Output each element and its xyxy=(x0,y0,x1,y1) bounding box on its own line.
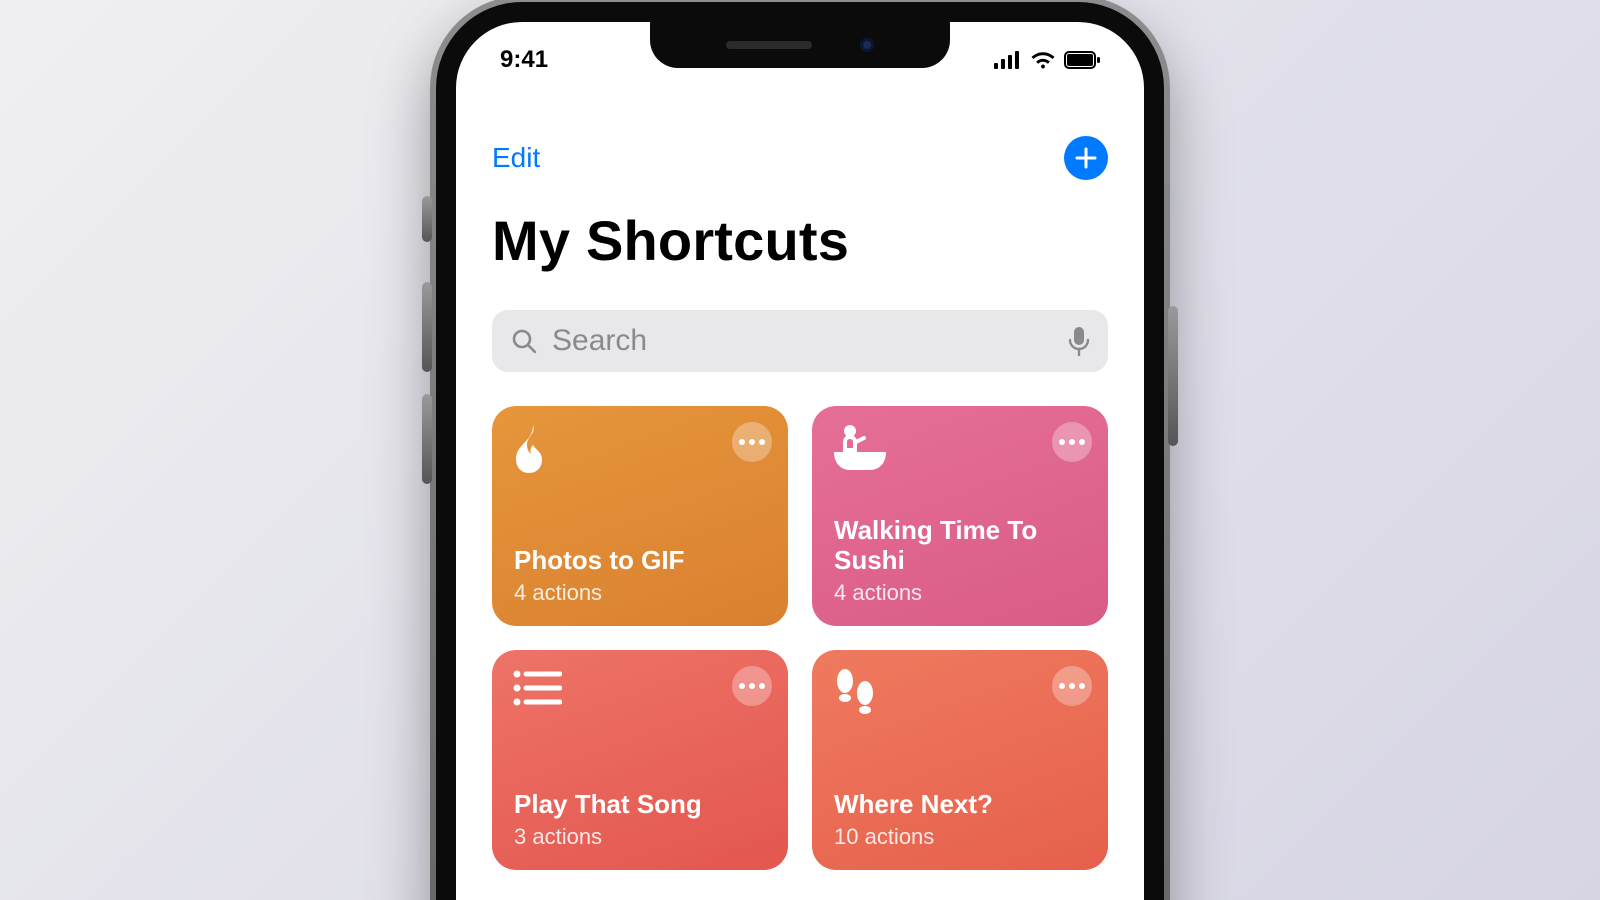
page-title: My Shortcuts xyxy=(492,208,849,273)
flame-icon xyxy=(512,424,554,474)
status-time: 9:41 xyxy=(500,46,548,74)
tile-subtitle: 10 actions xyxy=(834,824,1086,850)
volume-up-button xyxy=(422,282,432,372)
status-bar: 9:41 xyxy=(456,40,1144,80)
tile-title: Walking Time To Sushi xyxy=(834,516,1086,576)
tile-subtitle: 3 actions xyxy=(514,824,766,850)
footsteps-icon xyxy=(832,668,878,718)
more-button[interactable] xyxy=(1052,422,1092,462)
more-button[interactable] xyxy=(732,422,772,462)
battery-icon xyxy=(1064,51,1100,69)
search-icon xyxy=(510,327,538,355)
backdrop: 9:41 xyxy=(0,0,1600,900)
volume-down-button xyxy=(422,394,432,484)
shortcut-tile-photos-to-gif[interactable]: Photos to GIF 4 actions xyxy=(492,406,788,626)
shortcut-tile-play-that-song[interactable]: Play That Song 3 actions xyxy=(492,650,788,870)
shortcut-tile-walking-time-to-sushi[interactable]: Walking Time To Sushi 4 actions xyxy=(812,406,1108,626)
tile-title: Where Next? xyxy=(834,790,1086,820)
tile-title: Play That Song xyxy=(514,790,766,820)
mute-switch xyxy=(422,196,432,242)
more-button[interactable] xyxy=(1052,666,1092,706)
plus-icon xyxy=(1074,146,1098,170)
screen: 9:41 xyxy=(456,22,1144,900)
power-button xyxy=(1168,306,1178,446)
iphone-frame: 9:41 xyxy=(430,0,1170,900)
list-icon xyxy=(512,668,562,708)
nav-bar: Edit xyxy=(456,128,1144,188)
search-field[interactable]: Search xyxy=(492,310,1108,372)
shortcut-tile-where-next[interactable]: Where Next? 10 actions xyxy=(812,650,1108,870)
more-button[interactable] xyxy=(732,666,772,706)
tile-subtitle: 4 actions xyxy=(514,580,766,606)
wifi-icon xyxy=(1030,51,1056,69)
mic-icon[interactable] xyxy=(1068,326,1090,356)
tile-subtitle: 4 actions xyxy=(834,580,1086,606)
shortcuts-grid: Photos to GIF 4 actions Walking Time To … xyxy=(492,406,1108,870)
search-placeholder: Search xyxy=(552,324,1054,358)
add-button[interactable] xyxy=(1064,136,1108,180)
edit-button[interactable]: Edit xyxy=(492,142,540,174)
tile-title: Photos to GIF xyxy=(514,546,766,576)
bathtub-icon xyxy=(832,424,888,474)
cellular-icon xyxy=(994,51,1022,69)
